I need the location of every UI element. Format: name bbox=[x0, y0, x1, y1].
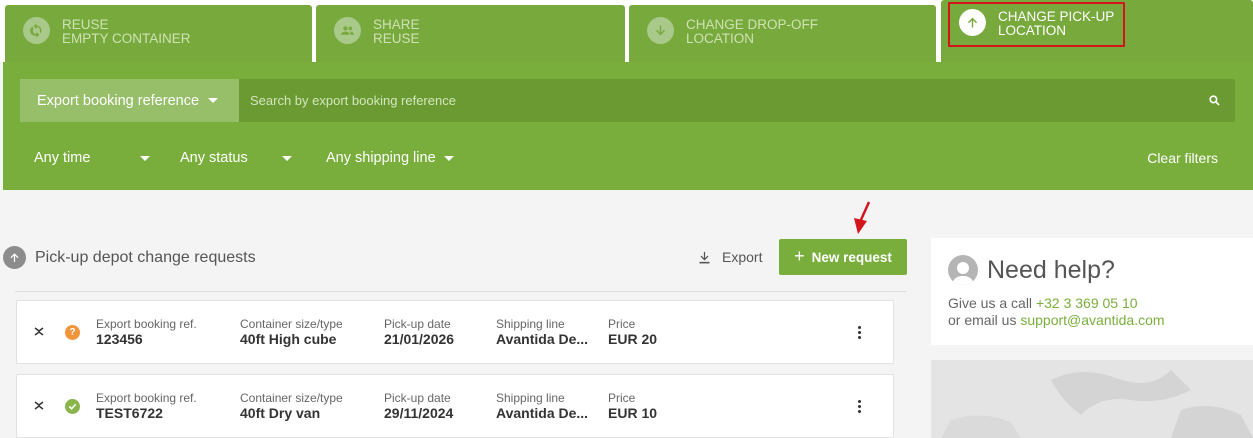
help-call-prefix: Give us a call bbox=[948, 295, 1033, 311]
clear-filters-button[interactable]: Clear filters bbox=[1147, 150, 1218, 166]
container-size-label: Container size/type bbox=[240, 317, 343, 331]
plus-icon: + bbox=[794, 245, 805, 266]
price-cell: Price EUR 20 bbox=[608, 318, 657, 347]
status-filter-dropdown[interactable]: Any status bbox=[180, 150, 292, 166]
search-type-label: Export booking reference bbox=[37, 92, 200, 109]
pick-up-date-cell: Pick-up date 21/01/2026 bbox=[384, 318, 454, 347]
search-bar: Export booking reference bbox=[20, 79, 1235, 122]
tab-change-drop-off-location[interactable]: CHANGE DROP-OFF LOCATION bbox=[629, 5, 936, 62]
pick-up-date-label: Pick-up date bbox=[384, 317, 451, 331]
more-options-icon[interactable] bbox=[858, 326, 862, 341]
search-icon[interactable] bbox=[1208, 94, 1221, 107]
time-filter-label: Any time bbox=[34, 150, 91, 166]
price-value: EUR 20 bbox=[608, 331, 658, 347]
map-background bbox=[931, 360, 1253, 438]
pick-up-date-value: 21/01/2026 bbox=[384, 331, 455, 347]
help-panel: Need help? Give us a call +32 3 369 05 1… bbox=[931, 238, 1253, 345]
export-label: Export bbox=[722, 249, 763, 265]
time-filter-dropdown[interactable]: Any time bbox=[34, 150, 151, 166]
shipping-line-value: Avantida De... bbox=[496, 405, 589, 421]
booking-ref-value: 123456 bbox=[96, 331, 143, 347]
shipping-line-label: Shipping line bbox=[496, 391, 565, 405]
pick-up-date-label: Pick-up date bbox=[384, 391, 451, 405]
help-call-line: Give us a call +32 3 369 05 10 bbox=[948, 295, 1138, 311]
search-type-dropdown[interactable]: Export booking reference bbox=[20, 79, 239, 122]
status-filter-label: Any status bbox=[180, 150, 248, 166]
help-title: Need help? bbox=[987, 255, 1115, 284]
pick-up-date-value: 29/11/2024 bbox=[384, 405, 454, 421]
people-icon bbox=[334, 17, 361, 44]
container-size-value: 40ft High cube bbox=[240, 331, 337, 347]
tab-share-reuse[interactable]: SHARE REUSE bbox=[316, 5, 625, 62]
active-tab-highlight-box bbox=[948, 2, 1125, 47]
price-cell: Price EUR 10 bbox=[608, 392, 657, 421]
tab-label-line1: REUSE bbox=[62, 17, 109, 32]
page-title: Pick-up depot change requests bbox=[3, 246, 256, 269]
booking-ref-cell: Export booking ref. 123456 bbox=[96, 318, 197, 347]
tab-label-line2: EMPTY CONTAINER bbox=[62, 31, 191, 46]
approved-status-icon bbox=[65, 399, 80, 414]
page-title-text: Pick-up depot change requests bbox=[35, 248, 256, 266]
table-row[interactable]: Export booking ref. TEST6722 Container s… bbox=[16, 374, 894, 438]
more-options-icon[interactable] bbox=[858, 400, 862, 415]
booking-ref-value: TEST6722 bbox=[96, 405, 163, 421]
filter-panel: Export booking reference Any time Any st… bbox=[3, 62, 1253, 190]
booking-ref-label: Export booking ref. bbox=[96, 317, 197, 331]
container-size-cell: Container size/type 40ft Dry van bbox=[240, 392, 343, 421]
table-row[interactable]: ? Export booking ref. 123456 Container s… bbox=[16, 300, 894, 364]
tab-label-line2: LOCATION bbox=[686, 31, 755, 46]
search-input[interactable] bbox=[250, 79, 1190, 122]
shipping-line-cell: Shipping line Avantida De... bbox=[496, 392, 588, 421]
price-value: EUR 10 bbox=[608, 405, 658, 421]
shipping-line-value: Avantida De... bbox=[496, 331, 589, 347]
support-phone-link[interactable]: +32 3 369 05 10 bbox=[1036, 295, 1138, 311]
help-header: Need help? bbox=[948, 255, 1115, 285]
tab-label-line1: CHANGE DROP-OFF bbox=[686, 17, 819, 32]
booking-ref-label: Export booking ref. bbox=[96, 391, 197, 405]
help-email-line: or email us support@avantida.com bbox=[948, 312, 1165, 328]
booking-ref-cell: Export booking ref. TEST6722 bbox=[96, 392, 197, 421]
container-size-cell: Container size/type 40ft High cube bbox=[240, 318, 343, 347]
expand-icon[interactable] bbox=[34, 324, 44, 338]
refresh-icon bbox=[23, 17, 50, 44]
new-request-button[interactable]: + New request bbox=[779, 239, 907, 275]
red-pointer-arrow-icon bbox=[854, 201, 871, 234]
export-button[interactable]: Export bbox=[697, 249, 762, 265]
arrow-up-icon bbox=[3, 246, 26, 269]
chevron-down-icon bbox=[208, 98, 219, 103]
new-request-label: New request bbox=[811, 249, 892, 265]
expand-icon[interactable] bbox=[34, 398, 44, 412]
price-label: Price bbox=[608, 391, 636, 405]
container-size-label: Container size/type bbox=[240, 391, 343, 405]
support-email-link[interactable]: support@avantida.com bbox=[1020, 312, 1164, 328]
shipping-line-filter-label: Any shipping line bbox=[326, 150, 436, 166]
help-email-prefix: or email us bbox=[948, 312, 1017, 328]
download-icon bbox=[699, 251, 710, 263]
chevron-down-icon bbox=[140, 155, 151, 161]
chevron-down-icon bbox=[281, 155, 292, 161]
chevron-down-icon bbox=[443, 155, 454, 161]
divider bbox=[15, 291, 907, 292]
tab-label-line1: SHARE bbox=[373, 17, 420, 32]
service-tabs: REUSE EMPTY CONTAINER SHARE REUSE CHANGE D… bbox=[0, 0, 1253, 62]
pick-up-date-cell: Pick-up date 29/11/2024 bbox=[384, 392, 453, 421]
shipping-line-label: Shipping line bbox=[496, 317, 565, 331]
tab-reuse-empty-container[interactable]: REUSE EMPTY CONTAINER bbox=[5, 5, 312, 62]
support-avatar-icon bbox=[948, 255, 978, 285]
shipping-line-filter-dropdown[interactable]: Any shipping line bbox=[326, 150, 454, 166]
pending-status-icon: ? bbox=[65, 325, 80, 340]
shipping-line-cell: Shipping line Avantida De... bbox=[496, 318, 588, 347]
container-size-value: 40ft Dry van bbox=[240, 405, 321, 421]
tab-label-line2: REUSE bbox=[373, 31, 420, 46]
price-label: Price bbox=[608, 317, 636, 331]
arrow-down-icon bbox=[647, 17, 674, 44]
